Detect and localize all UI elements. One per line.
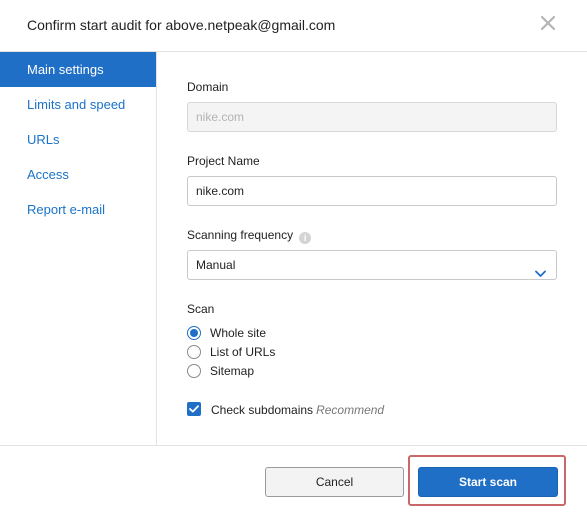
dialog-title: Confirm start audit for above.netpeak@gm… — [27, 17, 336, 33]
scanning-frequency-value: Manual — [196, 258, 236, 272]
check-subdomains-label: Check subdomains Recommend — [211, 403, 384, 417]
radio-label: Sitemap — [210, 364, 255, 378]
sidebar-item-report-email[interactable]: Report e-mail — [0, 192, 156, 227]
cancel-button[interactable]: Cancel — [265, 467, 404, 497]
check-subdomains-text: Check subdomains — [211, 403, 314, 417]
sidebar-item-limits-and-speed[interactable]: Limits and speed — [0, 87, 156, 122]
radio-whole-site[interactable] — [187, 326, 201, 340]
sidebar-item-main-settings[interactable]: Main settings — [0, 52, 156, 87]
chevron-down-icon — [535, 260, 546, 288]
radio-sitemap[interactable] — [187, 364, 201, 378]
close-icon[interactable] — [541, 16, 557, 32]
scanning-frequency-text: Scanning frequency — [187, 228, 294, 242]
settings-sidebar: Main settings Limits and speed URLs Acce… — [0, 52, 157, 445]
scanning-frequency-select[interactable]: Manual — [187, 250, 557, 280]
project-name-label: Project Name — [187, 154, 260, 168]
sidebar-item-access[interactable]: Access — [0, 157, 156, 192]
domain-label: Domain — [187, 80, 229, 94]
scanning-frequency-label: Scanning frequency i — [187, 228, 312, 244]
recommend-hint: Recommend — [316, 403, 385, 417]
radio-label: Whole site — [210, 326, 267, 340]
start-scan-button[interactable]: Start scan — [418, 467, 558, 497]
domain-field: nike.com — [187, 102, 557, 132]
main-settings-panel: Domain nike.com Project Name nike.com Sc… — [157, 52, 587, 445]
check-subdomains-checkbox[interactable] — [187, 402, 201, 416]
info-icon[interactable]: i — [299, 232, 312, 244]
dialog-footer: Cancel Start scan — [0, 445, 587, 513]
sidebar-item-urls[interactable]: URLs — [0, 122, 156, 157]
scan-label: Scan — [187, 302, 215, 316]
project-name-field[interactable]: nike.com — [187, 176, 557, 206]
dialog-header: Confirm start audit for above.netpeak@gm… — [0, 0, 587, 52]
radio-list-of-urls[interactable] — [187, 345, 201, 359]
radio-label: List of URLs — [210, 345, 276, 359]
